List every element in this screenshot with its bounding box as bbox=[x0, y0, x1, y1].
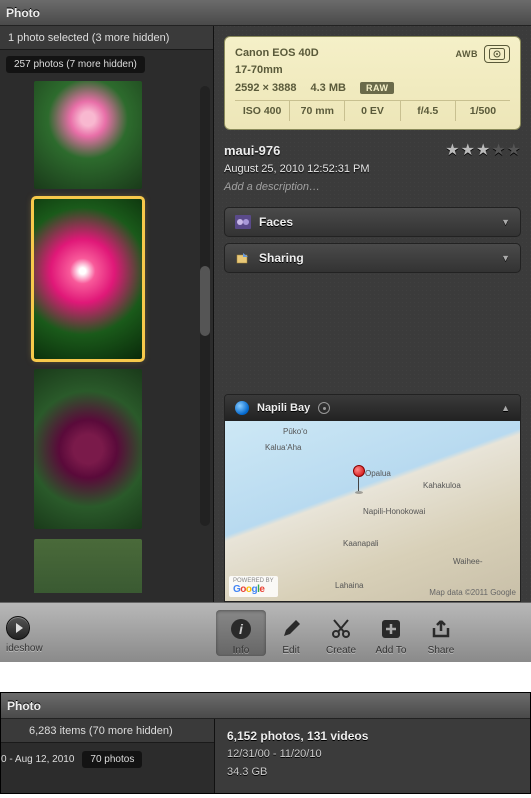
info-button[interactable]: i Info bbox=[216, 610, 266, 656]
info-pane: Canon EOS 40D 17-70mm AWB 2592 × 3888 4.… bbox=[214, 26, 531, 602]
info-icon: i bbox=[228, 616, 254, 642]
sharing-icon bbox=[235, 251, 251, 265]
star-icon[interactable]: ★ bbox=[476, 140, 490, 160]
iso-cell: ISO 400 bbox=[235, 101, 290, 121]
library-size: 34.3 GB bbox=[227, 764, 518, 782]
map-header[interactable]: Napili Bay ▲ bbox=[225, 395, 520, 421]
map-label: Lahaina bbox=[335, 581, 363, 590]
metering-icon bbox=[484, 45, 510, 63]
info-label: Info bbox=[233, 645, 250, 656]
star-icon[interactable]: ★ bbox=[491, 140, 505, 160]
thumbnail[interactable] bbox=[34, 369, 142, 529]
filesize: 4.3 MB bbox=[310, 82, 345, 94]
thumbnail-list[interactable] bbox=[0, 73, 213, 593]
panel-title: Photo bbox=[0, 0, 531, 26]
library-summary: 6,152 photos, 131 videos 12/31/00 - 11/2… bbox=[215, 719, 530, 793]
date-range: 0 - Aug 12, 2010 bbox=[1, 754, 74, 765]
faces-label: Faces bbox=[259, 215, 293, 229]
thumbnail[interactable] bbox=[34, 81, 142, 189]
exif-strip: ISO 400 70 mm 0 EV f/4.5 1/500 bbox=[235, 100, 510, 121]
location-name: Napili Bay bbox=[257, 402, 310, 414]
globe-icon bbox=[235, 401, 249, 415]
star-icon[interactable]: ★ bbox=[507, 140, 521, 160]
photo-count-bubble: 257 photos (7 more hidden) bbox=[6, 56, 145, 73]
star-icon[interactable]: ★ bbox=[461, 140, 475, 160]
scissors-icon bbox=[328, 616, 354, 642]
add-to-label: Add To bbox=[376, 645, 407, 656]
bottom-toolbar: ideshow i Info Edit Create bbox=[0, 602, 531, 662]
thumbnail[interactable] bbox=[34, 539, 142, 593]
google-badge: POWERED BY Google bbox=[229, 576, 278, 597]
rating-stars[interactable]: ★ ★ ★ ★ ★ bbox=[445, 140, 521, 160]
map-section: Napili Bay ▲ Pūko‘o Kalua‘Aha Opalua Kah… bbox=[224, 394, 521, 602]
library-count: 6,152 photos, 131 videos bbox=[227, 727, 518, 746]
raw-badge: RAW bbox=[360, 82, 395, 94]
faces-icon bbox=[235, 215, 251, 229]
sharing-label: Sharing bbox=[259, 251, 304, 265]
map-label: Napili-Honokowai bbox=[363, 507, 425, 516]
map-copyright: Map data ©2011 Google bbox=[429, 588, 516, 597]
scrollbar[interactable] bbox=[200, 86, 210, 526]
map-label: Kahakuloa bbox=[423, 481, 461, 490]
star-icon[interactable]: ★ bbox=[445, 140, 459, 160]
lens: 17-70mm bbox=[235, 62, 319, 79]
library-dates: 12/31/00 - 11/20/10 bbox=[227, 746, 518, 764]
dimensions: 2592 × 3888 bbox=[235, 82, 296, 94]
share-button[interactable]: Share bbox=[416, 610, 466, 656]
map-pin-icon bbox=[353, 465, 365, 494]
chevron-up-icon: ▲ bbox=[501, 403, 510, 413]
library-panel: Photo 6,283 items (70 more hidden) 0 - A… bbox=[0, 692, 531, 794]
map-label: Kaanapali bbox=[343, 539, 379, 548]
slideshow-label: ideshow bbox=[6, 643, 43, 654]
create-button[interactable]: Create bbox=[316, 610, 366, 656]
share-icon bbox=[428, 616, 454, 642]
pencil-icon bbox=[278, 616, 304, 642]
focal-cell: 70 mm bbox=[290, 101, 345, 121]
faces-section[interactable]: Faces ▼ bbox=[224, 207, 521, 237]
plus-icon bbox=[378, 616, 404, 642]
thumbnail-sidebar: 1 photo selected (3 more hidden) 257 pho… bbox=[0, 26, 214, 602]
selection-summary: 6,283 items (70 more hidden) bbox=[1, 719, 214, 743]
edit-label: Edit bbox=[282, 645, 299, 656]
map-label: Pūko‘o bbox=[283, 427, 307, 436]
map-label: Opalua bbox=[365, 469, 391, 478]
photo-count-bubble: 70 photos bbox=[82, 751, 142, 768]
aperture-cell: f/4.5 bbox=[401, 101, 456, 121]
chevron-down-icon: ▼ bbox=[501, 217, 510, 227]
photo-title[interactable]: maui-976 bbox=[224, 143, 280, 158]
slideshow-button[interactable] bbox=[6, 616, 30, 640]
sharing-section[interactable]: Sharing ▼ bbox=[224, 243, 521, 273]
photo-date: August 25, 2010 12:52:31 PM bbox=[224, 163, 521, 175]
description-field[interactable]: Add a description… bbox=[224, 181, 521, 193]
map[interactable]: Pūko‘o Kalua‘Aha Opalua Kahakuloa Napili… bbox=[225, 421, 520, 601]
locate-icon[interactable] bbox=[318, 402, 330, 414]
map-label: Kalua‘Aha bbox=[265, 443, 301, 452]
panel-title: Photo bbox=[1, 693, 530, 719]
info-panel: Photo 1 photo selected (3 more hidden) 2… bbox=[0, 0, 531, 662]
share-label: Share bbox=[428, 645, 455, 656]
library-sidebar: 6,283 items (70 more hidden) 0 - Aug 12,… bbox=[1, 719, 215, 793]
exif-box: Canon EOS 40D 17-70mm AWB 2592 × 3888 4.… bbox=[224, 36, 521, 130]
map-label: Waihee- bbox=[453, 557, 483, 566]
add-to-button[interactable]: Add To bbox=[366, 610, 416, 656]
thumbnail-selected[interactable] bbox=[34, 199, 142, 359]
create-label: Create bbox=[326, 645, 356, 656]
shutter-cell: 1/500 bbox=[456, 101, 510, 121]
main-area: 1 photo selected (3 more hidden) 257 pho… bbox=[0, 26, 531, 602]
ev-cell: 0 EV bbox=[345, 101, 400, 121]
white-balance: AWB bbox=[456, 49, 479, 59]
scrollbar-thumb[interactable] bbox=[200, 266, 210, 336]
selection-summary: 1 photo selected (3 more hidden) bbox=[0, 26, 213, 50]
camera-model: Canon EOS 40D bbox=[235, 45, 319, 62]
edit-button[interactable]: Edit bbox=[266, 610, 316, 656]
chevron-down-icon: ▼ bbox=[501, 253, 510, 263]
